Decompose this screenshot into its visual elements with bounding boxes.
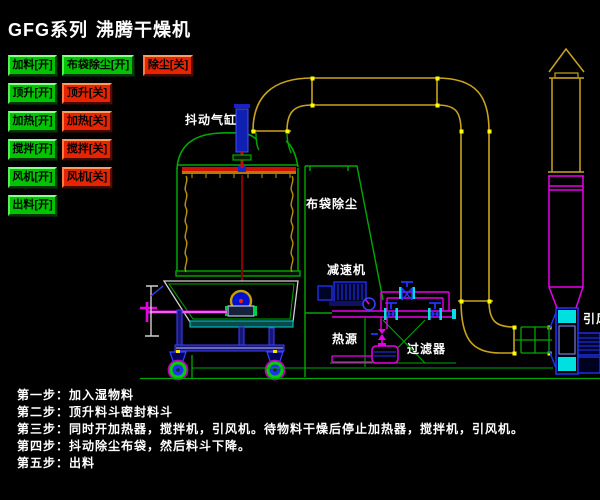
step-1: 第一步：加入湿物料 — [17, 386, 134, 403]
step-2: 第二步：顶升料斗密封料斗 — [17, 403, 173, 420]
step-4: 第四步：抖动除尘布袋，然后料斗下降。 — [17, 437, 251, 454]
damper-graphic — [515, 327, 552, 353]
reducer-motor-graphic — [318, 282, 369, 306]
chimney-graphic — [548, 49, 584, 308]
shake-cylinder-label: 抖动气缸 — [185, 111, 237, 128]
reducer-label: 减速机 — [327, 261, 366, 278]
step-5: 第五步：出料 — [17, 454, 95, 471]
hmi-screen: GFG系列 沸腾干燥机 加料[开] 布袋除尘[开] 除尘[关] 顶升[开] 顶升… — [0, 0, 600, 500]
heat-source-label: 热源 — [332, 330, 358, 347]
ground-lines — [140, 355, 600, 379]
cart-graphic — [169, 310, 294, 380]
step-3: 第三步：同时开加热器，搅拌机，引风机。待物料干燥后停止加热器，搅拌机，引风机。 — [17, 420, 524, 437]
duct-joint-nodes — [252, 77, 552, 356]
induced-fan-label: 引风机 — [583, 310, 600, 327]
filter-label: 过滤器 — [407, 340, 446, 357]
bag-filter-label: 布袋除尘 — [306, 195, 358, 212]
dryer-vessel-graphic — [140, 104, 300, 336]
